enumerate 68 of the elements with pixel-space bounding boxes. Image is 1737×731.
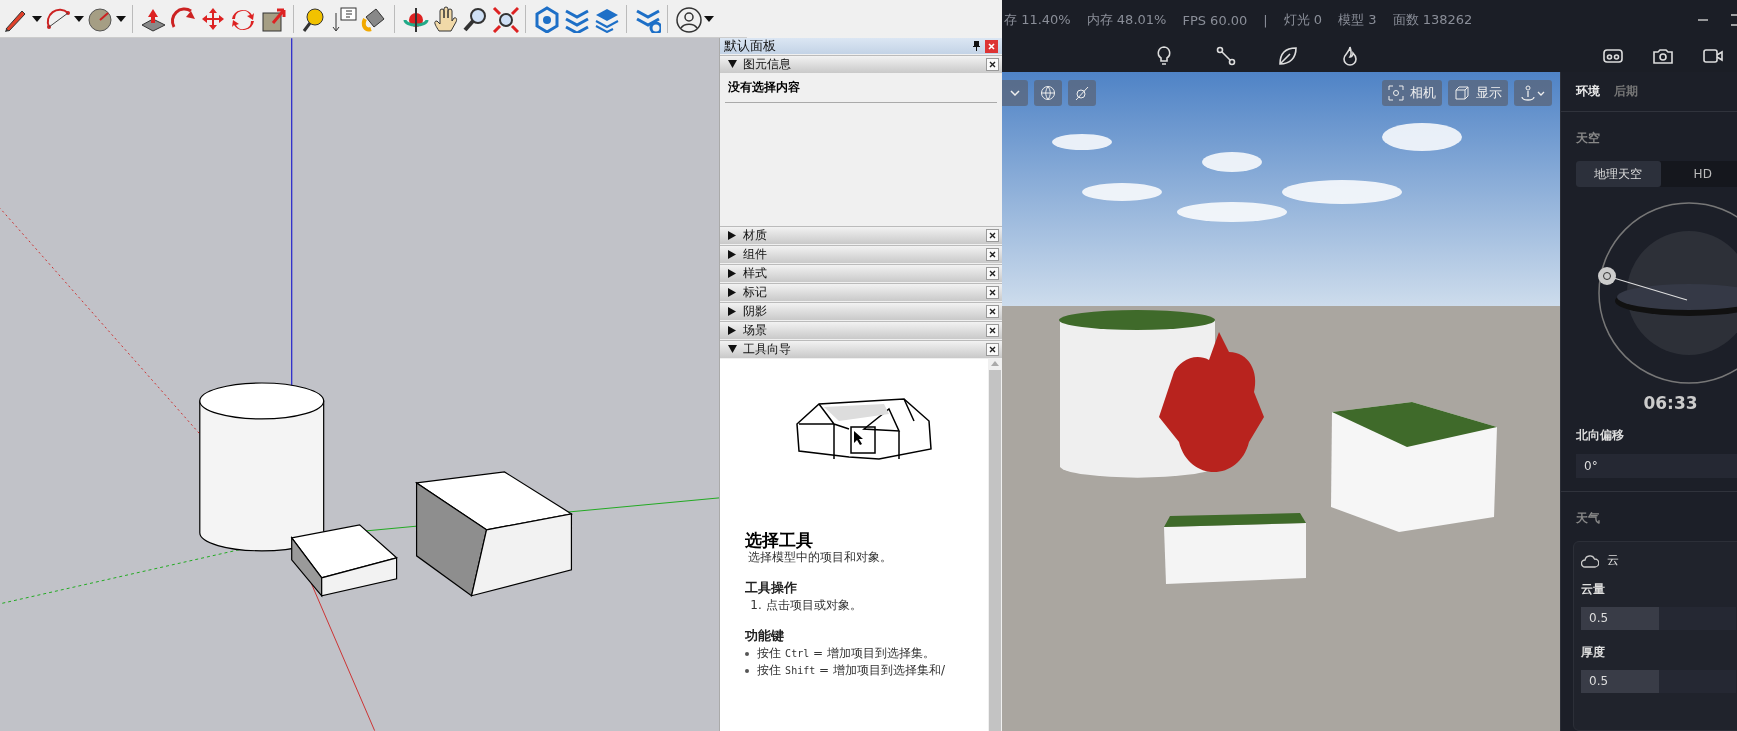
zoom-extents-icon[interactable] xyxy=(491,4,519,33)
modifier-key-text: 按住 Ctrl = 增加项目到选择集。 xyxy=(757,645,935,662)
cube-icon[interactable] xyxy=(1454,85,1470,101)
slider-value: 0.5 xyxy=(1589,674,1609,688)
camera-view-button[interactable]: 相机 xyxy=(1382,80,1442,106)
dropdown-button[interactable] xyxy=(1002,80,1028,106)
cloud-label: 云 xyxy=(1607,552,1619,569)
tray-section-header[interactable]: 场景 xyxy=(720,321,1002,339)
dropdown-caret-icon[interactable] xyxy=(116,15,126,22)
section-heading: 天空 xyxy=(1576,130,1601,147)
modifier-keys-heading: 功能键 xyxy=(745,628,786,645)
panel-tab[interactable]: 环境 xyxy=(1576,83,1600,100)
modifier-key-text: 按住 Shift = 增加项目到选择集和/ xyxy=(757,662,945,679)
dropdown-caret-icon[interactable] xyxy=(74,15,84,22)
status-stat: 存 11.40% xyxy=(1004,11,1071,29)
tray-section-header[interactable]: 图元信息 xyxy=(720,55,1002,73)
slider-label: 云量 xyxy=(1581,581,1606,598)
globe-button[interactable] xyxy=(1034,80,1062,106)
north-offset-field[interactable]: 0° xyxy=(1576,454,1737,478)
pan-hand-icon[interactable] xyxy=(431,4,459,33)
dropdown-caret-icon[interactable] xyxy=(704,15,714,22)
slider-fill[interactable] xyxy=(1581,670,1659,693)
slider-value: 0.5 xyxy=(1589,611,1609,625)
north-offset-label: 北向偏移 xyxy=(1576,427,1625,444)
dropdown-caret-icon[interactable] xyxy=(32,15,42,22)
status-stat: FPS 60.00 xyxy=(1182,12,1248,28)
section-heading: 天气 xyxy=(1576,510,1601,527)
planet-icon[interactable] xyxy=(1074,85,1090,101)
status-stat: 面数 138262 xyxy=(1392,11,1473,29)
navigation-mode-button[interactable] xyxy=(1514,80,1552,106)
status-stat: 灯光 0 xyxy=(1283,11,1323,29)
tray-title: 默认面板 xyxy=(724,38,778,55)
slider-track[interactable]: 0.5 xyxy=(1581,670,1736,693)
display-button[interactable]: 显示 xyxy=(1448,80,1508,106)
sky-mode-tab[interactable]: HD xyxy=(1660,161,1737,187)
tool-description: 选择模型中的项目和对象。 xyxy=(747,549,894,566)
status-stat: 内存 48.01% xyxy=(1086,11,1167,29)
connected-nodes-icon[interactable] xyxy=(1214,44,1238,68)
tray-section-header[interactable]: 阴影 xyxy=(720,302,1002,320)
status-stat: 模型 3 xyxy=(1338,11,1377,29)
expanded-triangle-icon[interactable] xyxy=(728,345,738,354)
status-stat: | xyxy=(1263,12,1268,28)
sky-mode-tab[interactable]: 地理天空 xyxy=(1576,161,1661,187)
operation-step: 1. 点击项目或对象。 xyxy=(745,597,982,614)
scrollbar[interactable] xyxy=(988,359,1002,731)
camera-frame-icon[interactable] xyxy=(1388,85,1404,101)
tray-section-header[interactable]: 工具向导 xyxy=(720,340,1002,358)
planet-button[interactable] xyxy=(1068,80,1096,106)
expanded-triangle-icon[interactable] xyxy=(728,60,738,69)
rendered-scene-picture[interactable] xyxy=(1002,72,1560,731)
no-selection-message: 没有选择内容 xyxy=(727,79,802,96)
globe-icon[interactable] xyxy=(1040,85,1056,101)
slider-label: 厚度 xyxy=(1581,644,1606,661)
tool-title: 选择工具 xyxy=(745,531,815,549)
cloud-icon xyxy=(1581,553,1599,568)
panel-tab[interactable]: 后期 xyxy=(1614,83,1638,100)
chevron-down-icon[interactable] xyxy=(1010,90,1020,96)
pin-icon[interactable] xyxy=(972,41,981,51)
slider-track[interactable]: 0.5 xyxy=(1581,607,1736,630)
leaf-icon[interactable] xyxy=(1276,44,1300,68)
operations-heading: 工具操作 xyxy=(745,580,799,597)
tray-section-header[interactable]: 组件 xyxy=(720,245,1002,263)
user-icon[interactable] xyxy=(674,4,702,33)
tray-section-header[interactable]: 标记 xyxy=(720,283,1002,301)
slider-fill[interactable] xyxy=(1581,607,1659,630)
tray-section-header[interactable]: 材质 xyxy=(720,226,1002,244)
tray-section-header[interactable]: 样式 xyxy=(720,264,1002,282)
sun-time: 06:33 xyxy=(1642,393,1699,413)
